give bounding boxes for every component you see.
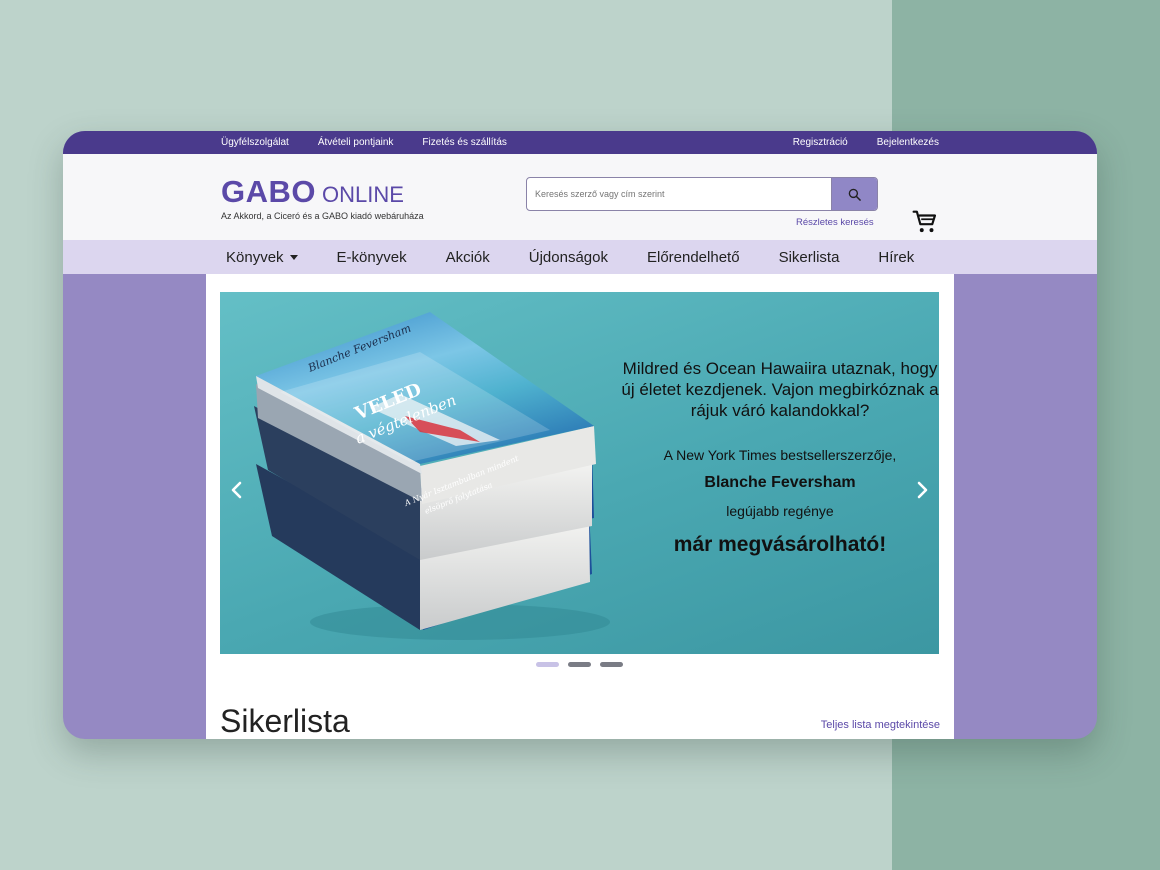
- view-full-list-link[interactable]: Teljes lista megtekintése: [821, 719, 940, 731]
- nav-item-ebooks[interactable]: E-könyvek: [337, 249, 407, 266]
- carousel-indicator-1[interactable]: [536, 662, 559, 667]
- carousel-next-button[interactable]: [915, 480, 929, 505]
- banner-lead: Mildred és Ocean Hawaiira utaznak, hogy …: [621, 359, 939, 420]
- link-customer-service[interactable]: Ügyfélszolgálat: [221, 137, 289, 148]
- carousel-indicator-2[interactable]: [568, 662, 591, 667]
- hero-carousel[interactable]: Blanche Feversham VELED a végtelenben A …: [220, 292, 939, 654]
- banner-line-bestseller: A New York Times bestsellerszerzője,: [663, 447, 897, 463]
- nav-item-label: Könyvek: [226, 248, 284, 266]
- site-logo[interactable]: GABO ONLINE Az Akkord, a Ciceró és a GAB…: [221, 174, 424, 221]
- nav-item-new[interactable]: Újdonságok: [529, 249, 608, 266]
- banner-author: Blanche Feversham: [704, 474, 856, 491]
- section-title-bestsellers: Sikerlista: [220, 703, 350, 739]
- banner-cta: már megvásárolható!: [673, 533, 887, 556]
- link-register[interactable]: Regisztráció: [793, 137, 848, 148]
- book-stack-image: Blanche Feversham VELED a végtelenben A …: [254, 312, 610, 640]
- search-bar: [526, 177, 878, 211]
- cart-button[interactable]: [912, 209, 938, 240]
- main-content: Blanche Feversham VELED a végtelenben A …: [206, 274, 954, 739]
- link-login[interactable]: Bejelentkezés: [877, 137, 939, 148]
- link-pickup-points[interactable]: Átvételi pontjaink: [318, 137, 394, 148]
- main-nav: Könyvek E-könyvek Akciók Újdonságok Előr…: [63, 240, 1097, 274]
- logo-tagline: Az Akkord, a Ciceró és a GABO kiadó webá…: [221, 211, 424, 221]
- logo-brand-sub: ONLINE: [322, 182, 404, 207]
- chevron-right-icon: [917, 481, 928, 499]
- advanced-search-link[interactable]: Részletes keresés: [796, 217, 874, 228]
- site-header: GABO ONLINE Az Akkord, a Ciceró és a GAB…: [63, 154, 1097, 240]
- nav-item-preorder[interactable]: Előrendelhető: [647, 249, 740, 266]
- carousel-indicator-3[interactable]: [600, 662, 623, 667]
- carousel-indicators: [536, 662, 623, 667]
- logo-brand-main: GABO: [221, 174, 316, 209]
- banner-text: Mildred és Ocean Hawaiira utaznak, hogy …: [620, 358, 939, 557]
- search-input[interactable]: [527, 178, 831, 210]
- search-button[interactable]: [831, 178, 877, 210]
- carousel-prev-button[interactable]: [230, 480, 244, 505]
- nav-item-news[interactable]: Hírek: [878, 249, 914, 266]
- top-bar: Ügyfélszolgálat Átvételi pontjaink Fizet…: [63, 131, 1097, 154]
- nav-item-books[interactable]: Könyvek: [226, 249, 298, 266]
- banner-line-new-novel: legújabb regénye: [726, 503, 834, 519]
- browser-window: Ügyfélszolgálat Átvételi pontjaink Fizet…: [63, 131, 1097, 739]
- nav-item-bestsellers[interactable]: Sikerlista: [779, 249, 840, 266]
- nav-item-deals[interactable]: Akciók: [446, 249, 490, 266]
- search-icon: [848, 188, 861, 201]
- chevron-left-icon: [231, 481, 242, 499]
- cart-icon: [912, 210, 937, 233]
- caret-down-icon: [289, 254, 298, 260]
- link-payment-shipping[interactable]: Fizetés és szállítás: [422, 137, 506, 148]
